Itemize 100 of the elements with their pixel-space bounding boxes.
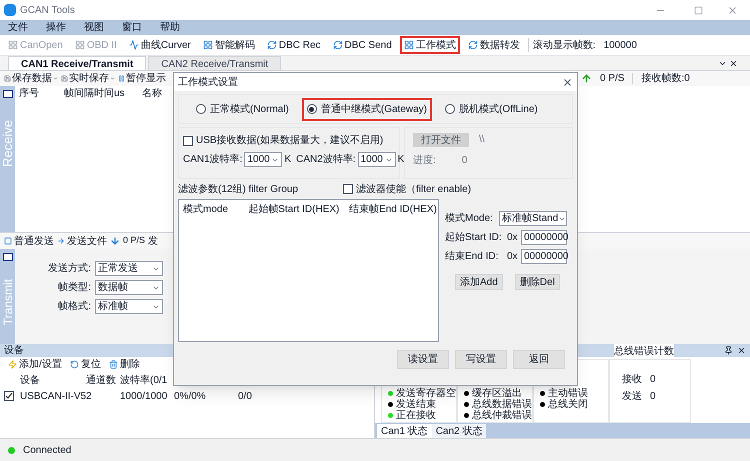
pulse-icon	[128, 40, 139, 50]
up-arrow-icon	[581, 73, 592, 84]
grid-icon	[404, 40, 414, 50]
maximize-icon[interactable]	[694, 6, 703, 14]
toolbar-button[interactable]: 智能解码	[198, 36, 259, 54]
prefix-label: 0x	[507, 231, 519, 245]
dialog-button[interactable]: 返回	[513, 350, 565, 369]
column-header: 名称	[141, 87, 163, 101]
toolbar-button[interactable]: 发送文件	[57, 234, 107, 248]
status-label: 总线数据错误	[472, 398, 532, 410]
field-label: 帧类型:	[57, 280, 91, 295]
toolbar-button[interactable]: 复位	[70, 357, 101, 372]
dialog-button[interactable]: 写设置	[455, 350, 507, 369]
menu-item[interactable]: 帮助	[160, 20, 180, 35]
mode-radio[interactable]: 脱机模式(OffLine)	[440, 98, 543, 120]
close-icon[interactable]	[729, 59, 738, 68]
status-label: 总线仲裁错误	[472, 408, 532, 423]
pause-icon	[118, 75, 125, 82]
status-label: 发送寄存器空	[396, 386, 456, 399]
table-cell-text: USBCAN-II-V5	[20, 390, 86, 404]
mode-radio[interactable]: 普通中继模式(Gateway)	[302, 98, 432, 120]
field-label: 模式Mode:	[445, 212, 494, 226]
dialog-button[interactable]: 读设置	[397, 350, 449, 369]
toolbar-button[interactable]: DBC Rec	[262, 36, 325, 54]
mode-select[interactable]: 标准帧Stand	[499, 211, 567, 226]
undo-icon	[70, 360, 79, 369]
mode-radio[interactable]: 正常模式(Normal)	[191, 98, 294, 120]
toolbar-button[interactable]: 普通发送	[4, 234, 54, 248]
prefix-label: 0x	[507, 250, 519, 264]
status-label: 正在接收	[396, 408, 436, 423]
select-field[interactable]: 标准帧	[95, 299, 163, 314]
caret-icon	[53, 76, 58, 81]
receive-count: 接收帧数:0	[641, 72, 690, 86]
column-header: 设备	[20, 374, 41, 388]
count-label: 接收	[622, 372, 642, 387]
menu-item[interactable]: 操作	[46, 20, 66, 35]
window-icon	[4, 237, 12, 245]
toolbar-button[interactable]: 实时保存	[61, 71, 115, 86]
close-icon[interactable]	[737, 346, 746, 355]
toolbar-button[interactable]: DBC Send	[328, 36, 396, 54]
group-label: 滤波参数(12组) filter Group	[178, 182, 300, 196]
toolbar-button[interactable]: 保存数据	[4, 71, 58, 86]
refresh-icon	[468, 40, 478, 50]
field-label: CAN1波特率:	[183, 152, 242, 167]
id-field[interactable]: 00000000	[521, 249, 567, 264]
count-label: 发送	[622, 390, 642, 404]
menu-item[interactable]: 窗口	[122, 20, 142, 35]
checkbox[interactable]	[343, 184, 353, 194]
checkbox-label: 滤波器使能（filter enable)	[356, 182, 472, 196]
column-header: 结束帧End ID(HEX)	[348, 202, 438, 216]
toolbar-button[interactable]: 添加/设置	[8, 357, 62, 372]
save-icon	[61, 75, 68, 82]
filter-button[interactable]: 删除Del	[514, 274, 560, 290]
status-tab[interactable]: Can2 状态	[432, 424, 486, 438]
dropdown-icon[interactable]	[718, 59, 727, 68]
column-header: 通道数	[86, 374, 117, 388]
id-field[interactable]: 00000000	[521, 230, 567, 245]
status-label: 总线关闭	[548, 398, 588, 412]
save-icon	[4, 75, 11, 82]
baud-select[interactable]: 1000	[358, 152, 396, 167]
table-cell-text: 0/0	[238, 390, 253, 404]
filter-button[interactable]: 添加Add	[455, 274, 503, 290]
trash-icon	[108, 360, 118, 369]
toolbar-button[interactable]: 删除	[108, 357, 140, 372]
select-field[interactable]: 数据帧	[95, 280, 163, 295]
status-text: Connected	[23, 444, 72, 458]
progress-value: 0	[462, 154, 468, 168]
pin-icon[interactable]	[724, 346, 733, 355]
toolbar-button[interactable]: 数据转发	[464, 36, 524, 54]
field-label: 结束End ID:	[445, 250, 500, 264]
scroll-frames-label: 滚动显示帧数:	[532, 38, 596, 52]
toolbar-button[interactable]: 暂停显示	[118, 71, 166, 86]
refresh-icon	[332, 40, 343, 50]
status-label: 缓存区溢出	[472, 386, 522, 399]
checkbox[interactable]	[183, 136, 193, 146]
toolbar-button[interactable]: 工作模式	[400, 36, 460, 54]
right-arrow-icon	[57, 237, 65, 245]
status-tab[interactable]: Can1 状态	[377, 424, 432, 438]
lightning-icon	[8, 360, 17, 369]
grid-icon	[202, 40, 213, 50]
column-header: 模式mode	[182, 202, 230, 216]
file-path: \\	[479, 133, 485, 147]
progress-label: 进度:	[413, 154, 436, 168]
transmit-rate: 0 P/S	[123, 234, 146, 248]
refresh-icon	[266, 40, 277, 50]
menu-item[interactable]: 视图	[84, 20, 104, 35]
caret-icon	[110, 76, 115, 81]
document-tab[interactable]: CAN2 Receive/Transmit	[148, 56, 282, 70]
select-field[interactable]: 正常发送	[95, 261, 163, 276]
checkbox[interactable]	[4, 391, 14, 401]
table-cell-text: 1000/1000	[120, 390, 168, 404]
toolbar-button[interactable]: 曲线Curver	[124, 36, 195, 54]
baud-select[interactable]: 1000	[244, 152, 282, 167]
document-tab[interactable]: CAN1 Receive/Transmit	[8, 56, 146, 70]
close-icon[interactable]	[562, 76, 573, 88]
menu-item[interactable]: 文件	[8, 20, 28, 35]
app-logo-icon	[4, 4, 16, 16]
table-cell-text: 0%/0%	[174, 390, 207, 404]
column-header: 序号	[18, 86, 40, 101]
field-label: 起始Start ID:	[445, 230, 503, 245]
